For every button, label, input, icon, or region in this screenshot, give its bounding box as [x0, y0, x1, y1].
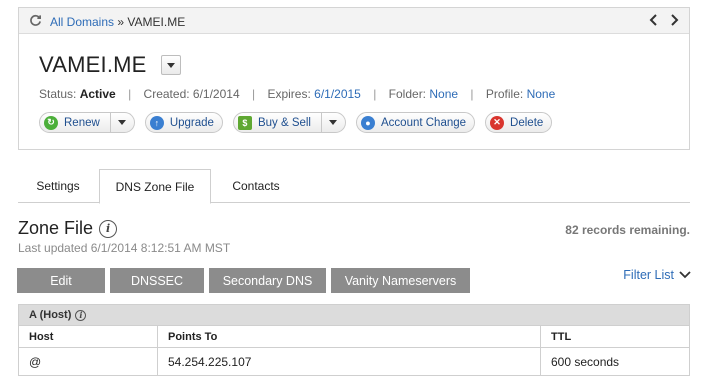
zone-title: Zone File — [18, 218, 94, 238]
delete-button[interactable]: ✕ Delete — [485, 112, 553, 133]
account-change-button[interactable]: ● Account Change — [356, 112, 476, 133]
renew-button[interactable]: ↻ Renew — [39, 112, 135, 133]
renew-dropdown[interactable] — [109, 113, 126, 132]
table-header-row: Host Points To TTL — [18, 326, 690, 348]
domain-meta: Status: Active | Created: 6/1/2014 | Exp… — [39, 87, 556, 101]
user-icon: ● — [361, 115, 375, 130]
domain-card-header: All Domains » VAMEI.ME — [19, 8, 689, 34]
chevron-down-icon — [117, 120, 126, 125]
delete-icon: ✕ — [490, 115, 505, 130]
next-domain-icon[interactable] — [669, 13, 679, 27]
tab-settings[interactable]: Settings — [18, 169, 98, 203]
domain-title: VAMEI.ME — [39, 52, 147, 77]
info-icon[interactable]: i — [75, 309, 87, 321]
account-change-label: Account Change — [381, 116, 467, 129]
renew-icon: ↻ — [44, 115, 58, 130]
status-label: Status: — [39, 87, 77, 101]
section-title: A (Host) — [29, 309, 72, 321]
secondary-dns-button[interactable]: Secondary DNS — [209, 268, 326, 293]
tab-bar: Settings DNS Zone File Contacts — [18, 169, 690, 204]
filter-list-label: Filter List — [623, 268, 674, 282]
chevron-down-icon — [679, 271, 691, 279]
buy-sell-dropdown[interactable] — [321, 113, 337, 132]
section-header: A (Host) i — [18, 304, 690, 326]
domain-dropdown-button[interactable] — [160, 55, 181, 75]
status-value: Active — [79, 87, 116, 101]
dollar-icon: $ — [237, 115, 252, 130]
cell-ttl: 600 seconds — [551, 354, 620, 369]
delete-label: Delete — [510, 116, 544, 129]
domain-card: All Domains » VAMEI.ME VAMEI.ME Status: … — [18, 7, 690, 150]
buy-sell-label: Buy & Sell — [257, 116, 311, 129]
profile-label: Profile: — [485, 87, 524, 101]
breadcrumb-current: VAMEI.ME — [127, 15, 186, 29]
chevron-down-icon — [166, 62, 175, 68]
breadcrumb-separator: » — [117, 15, 125, 29]
buy-sell-button[interactable]: $ Buy & Sell — [232, 112, 346, 133]
column-header-host: Host — [19, 326, 158, 347]
a-host-table: A (Host) i Host Points To TTL @ 54.254.2… — [18, 304, 690, 376]
created-date: Created: 6/1/2014 — [143, 87, 240, 101]
upgrade-label: Upgrade — [169, 116, 214, 129]
refresh-icon[interactable] — [29, 14, 42, 27]
tab-dns-zone-file[interactable]: DNS Zone File — [99, 169, 211, 204]
renew-label: Renew — [64, 116, 100, 129]
column-header-points-to: Points To — [158, 326, 541, 347]
records-remaining: 82 records remaining. — [565, 223, 690, 237]
filter-list-toggle[interactable]: Filter List — [623, 268, 691, 282]
domain-actions: ↻ Renew ↑ Upgrade $ Buy & Sell ● Account… — [39, 112, 562, 133]
previous-domain-icon[interactable] — [649, 13, 659, 27]
info-icon[interactable]: i — [99, 219, 118, 238]
chevron-down-icon — [329, 120, 337, 125]
profile-link[interactable]: None — [527, 87, 556, 101]
tab-contacts[interactable]: Contacts — [214, 169, 298, 203]
breadcrumb: All Domains » VAMEI.ME — [50, 15, 185, 29]
zone-toolbar: Edit DNSSEC Secondary DNS Vanity Nameser… — [17, 268, 475, 293]
expires-label: Expires: — [267, 87, 311, 101]
edit-button[interactable]: Edit — [17, 268, 105, 293]
upgrade-icon: ↑ — [149, 115, 164, 130]
table-row[interactable]: @ 54.254.225.107 600 seconds — [18, 348, 690, 376]
dnssec-button[interactable]: DNSSEC — [110, 268, 204, 293]
folder-link[interactable]: None — [429, 87, 458, 101]
folder-label: Folder: — [388, 87, 427, 101]
last-updated: Last updated 6/1/2014 8:12:51 AM MST — [18, 241, 231, 255]
cell-host: @ — [19, 348, 158, 375]
breadcrumb-all-domains-link[interactable]: All Domains — [50, 15, 114, 29]
upgrade-button[interactable]: ↑ Upgrade — [144, 112, 223, 133]
cell-points-to: 54.254.225.107 — [158, 348, 541, 375]
expires-link[interactable]: 6/1/2015 — [314, 87, 361, 101]
vanity-nameservers-button[interactable]: Vanity Nameservers — [331, 268, 470, 293]
column-header-ttl: TTL — [551, 330, 572, 343]
